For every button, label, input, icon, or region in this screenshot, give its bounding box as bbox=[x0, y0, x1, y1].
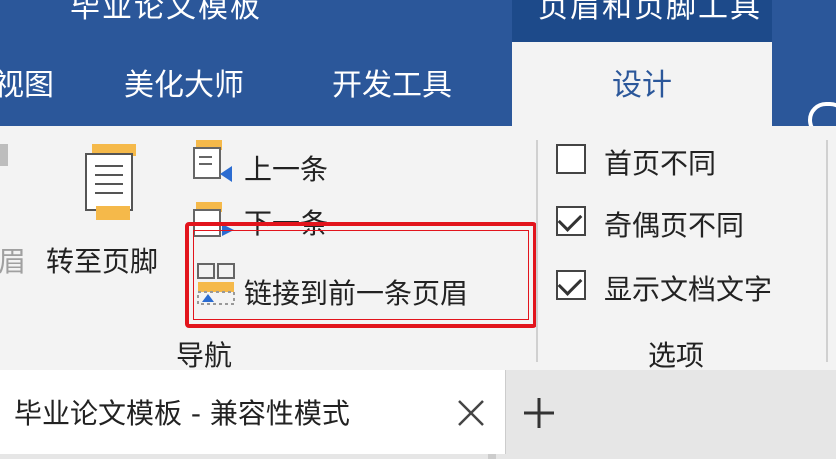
plus-icon[interactable] bbox=[522, 396, 556, 430]
header-icon-partial bbox=[0, 144, 8, 166]
different-first-page-checkbox[interactable] bbox=[556, 144, 586, 174]
show-document-text-checkbox[interactable] bbox=[556, 270, 586, 300]
options-group-label: 选项 bbox=[648, 339, 705, 372]
different-odd-even-label: 奇偶页不同 bbox=[604, 209, 745, 242]
checkmark-icon bbox=[557, 271, 583, 296]
option-different-first-page[interactable]: 首页不同 bbox=[556, 142, 816, 182]
tab-beautify-master[interactable]: 美化大师 bbox=[124, 60, 244, 104]
previous-section-icon bbox=[193, 140, 232, 182]
show-document-text-label: 显示文档文字 bbox=[604, 273, 773, 306]
contextual-tool-header: 页眉和页脚工具 bbox=[512, 0, 772, 42]
tab-scroll-marker bbox=[488, 454, 496, 459]
group-divider bbox=[536, 140, 538, 362]
tab-design[interactable]: 设计 bbox=[512, 42, 772, 126]
tab-design-label: 设计 bbox=[612, 68, 672, 103]
highlight-inner-box bbox=[193, 230, 529, 320]
tab-developer-tools[interactable]: 开发工具 bbox=[332, 60, 452, 104]
option-different-odd-even[interactable]: 奇偶页不同 bbox=[556, 204, 816, 244]
document-tab-bar: 毕业论文模板 - 兼容性模式 bbox=[0, 370, 836, 459]
document-title: 毕业论文模板 bbox=[70, 0, 262, 25]
option-show-document-text[interactable]: 显示文档文字 bbox=[556, 268, 826, 308]
document-tab-label: 毕业论文模板 - 兼容性模式 bbox=[14, 397, 350, 430]
footer-icon bbox=[85, 144, 136, 220]
different-odd-even-checkbox[interactable] bbox=[556, 206, 586, 236]
go-to-footer-button[interactable]: 转至页脚 bbox=[44, 140, 174, 280]
navigation-group-label: 导航 bbox=[176, 339, 233, 372]
tab-view[interactable]: 视图 bbox=[0, 60, 54, 104]
different-first-page-label: 首页不同 bbox=[604, 147, 717, 180]
title-bar: 毕业论文模板 页眉和页脚工具 bbox=[0, 0, 836, 42]
group-divider-right bbox=[826, 140, 828, 362]
previous-button[interactable]: 上一条 bbox=[244, 148, 328, 188]
contextual-tool-title: 页眉和页脚工具 bbox=[538, 0, 762, 25]
go-to-header-label-partial: 眉 bbox=[0, 245, 27, 278]
document-tab[interactable]: 毕业论文模板 - 兼容性模式 bbox=[0, 370, 506, 454]
close-icon[interactable] bbox=[456, 398, 486, 428]
checkmark-icon bbox=[557, 207, 583, 232]
go-to-footer-label: 转至页脚 bbox=[46, 245, 159, 278]
